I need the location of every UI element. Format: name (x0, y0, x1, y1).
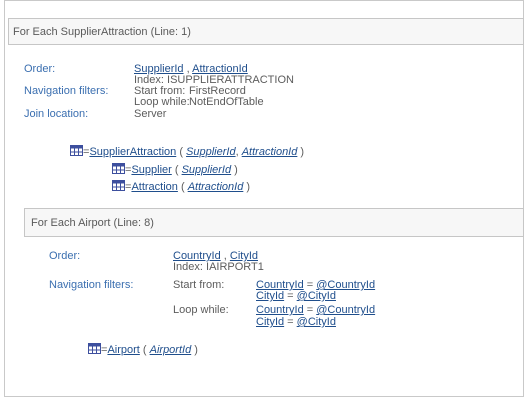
table-link[interactable]: Airport (107, 344, 139, 356)
tree-node-root-1: =SupplierAttraction ( SupplierId, Attrac… (83, 146, 305, 158)
loop-condition: CityId = @CityId (256, 316, 336, 328)
condition-var-link[interactable]: @CountryId (316, 304, 375, 316)
for-each-title-2: For Each Airport (Line: 8) (31, 217, 154, 229)
join-location-value: Server (134, 108, 167, 120)
loop-condition: CountryId = @CountryId (256, 304, 376, 316)
navigation-report-panel (4, 0, 524, 397)
tree-node-child: =Supplier ( SupplierId ) (125, 164, 238, 176)
for-each-header-2: For Each Airport (Line: 8) (24, 208, 524, 237)
tree-node-child: =Attraction ( AttractionId ) (125, 181, 251, 193)
param-link[interactable]: AttractionId (242, 146, 298, 158)
table-icon (88, 343, 101, 354)
param-link[interactable]: SupplierId (186, 146, 236, 158)
order-label-1: Order: (24, 63, 56, 75)
join-location-label: Join location: (24, 108, 89, 120)
condition-var-link[interactable]: @CityId (297, 290, 336, 302)
condition-field-link[interactable]: CityId (256, 290, 284, 302)
nav-filters-label-2: Navigation filters: (49, 279, 134, 291)
start-condition: CityId = @CityId (256, 290, 336, 302)
order-label-2: Order: (49, 250, 81, 262)
condition-field-link[interactable]: CityId (256, 316, 284, 328)
param-link[interactable]: AirportId (150, 344, 192, 356)
table-link[interactable]: Attraction (131, 181, 177, 193)
table-icon (70, 145, 83, 156)
tree-node-root-2: =Airport ( AirportId ) (101, 344, 198, 356)
index-name-2: Index: IAIRPORT1 (173, 261, 264, 273)
loop-while-label-1: Loop while: (134, 96, 190, 108)
param-link[interactable]: SupplierId (182, 164, 232, 176)
param-link[interactable]: AttractionId (188, 181, 244, 193)
for-each-title-1: For Each SupplierAttraction (Line: 1) (13, 26, 191, 38)
table-icon (112, 180, 125, 191)
loop-while-value-1: NotEndOfTable (189, 96, 264, 108)
condition-field-link[interactable]: CountryId (256, 304, 304, 316)
table-icon (112, 163, 125, 174)
nav-filters-label-1: Navigation filters: (24, 85, 109, 97)
start-from-label-2: Start from: (173, 279, 225, 291)
for-each-header-1: For Each SupplierAttraction (Line: 1) (8, 18, 524, 45)
table-link[interactable]: Supplier (131, 164, 171, 176)
loop-while-label-2: Loop while: (173, 304, 229, 316)
table-link[interactable]: SupplierAttraction (89, 146, 176, 158)
condition-var-link[interactable]: @CityId (297, 316, 336, 328)
